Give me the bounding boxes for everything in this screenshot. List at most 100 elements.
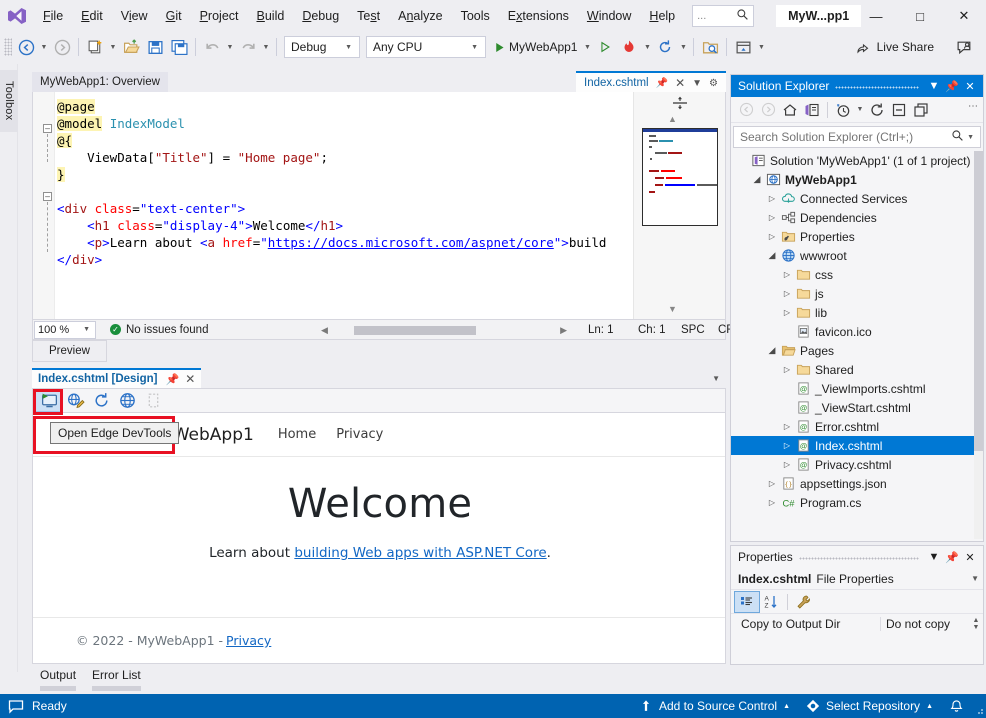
platform-combo[interactable]: Any CPU ▼ [366, 36, 486, 58]
tree-item[interactable]: @_ViewStart.cshtml [731, 398, 983, 417]
code-text[interactable]: @page @model IndexModel @{ ViewData["Tit… [57, 98, 687, 268]
property-row[interactable]: Copy to Output DirDo not copy▲▼ [731, 614, 983, 634]
tree-item[interactable]: ▷@Index.cshtml [731, 436, 983, 455]
tree-item[interactable]: favicon.ico [731, 322, 983, 341]
chevron-down-icon[interactable]: ▼ [925, 76, 943, 96]
expander-expanded-icon[interactable]: ◢ [765, 345, 779, 356]
search-icon[interactable] [951, 129, 964, 145]
hot-reload-dropdown-icon[interactable]: ▼ [641, 35, 653, 59]
search-folder-icon[interactable] [698, 35, 722, 59]
solution-tree-scrollbar[interactable] [974, 151, 983, 539]
properties-grid[interactable]: Copy to Output DirDo not copy▲▼ [731, 614, 983, 662]
menu-extensions[interactable]: Extensions [499, 0, 578, 32]
menu-analyze[interactable]: Analyze [389, 0, 451, 32]
expander-collapsed-icon[interactable]: ▷ [780, 270, 794, 279]
panel-drag-dots[interactable] [835, 75, 919, 97]
properties-window-icon[interactable] [910, 99, 932, 121]
menu-file[interactable]: File [34, 0, 72, 32]
tree-item[interactable]: ▷{}appsettings.json [731, 474, 983, 493]
expander-expanded-icon[interactable]: ◢ [750, 174, 764, 185]
menu-help[interactable]: Help [640, 0, 684, 32]
redo-icon[interactable] [236, 35, 260, 59]
hot-reload-flame-icon[interactable] [617, 35, 641, 59]
solution-explorer-search[interactable]: ▼ [733, 126, 981, 148]
search-input[interactable] [740, 130, 951, 144]
menu-git[interactable]: Git [157, 0, 191, 32]
chevron-down-icon[interactable]: ▼ [925, 547, 943, 567]
global-search-box[interactable]: ... [692, 5, 754, 27]
property-value[interactable]: Do not copy [881, 617, 969, 631]
tree-item[interactable]: ▷Dependencies [731, 208, 983, 227]
scroll-left-icon[interactable]: ◀ [321, 325, 328, 336]
save-all-icon[interactable] [167, 35, 191, 59]
design-browser-preview[interactable]: MyWebApp1 Home Privacy Welcome Learn abo… [32, 412, 726, 664]
tree-item[interactable]: @_ViewImports.cshtml [731, 379, 983, 398]
pin-icon[interactable]: 📌 [943, 76, 961, 96]
split-view-icon[interactable] [660, 94, 700, 112]
menu-test[interactable]: Test [348, 0, 389, 32]
collapse-all-icon[interactable] [888, 99, 910, 121]
new-project-icon[interactable] [83, 35, 107, 59]
scroll-track[interactable] [336, 326, 552, 335]
tree-item[interactable]: ▷css [731, 265, 983, 284]
open-in-browser-button[interactable] [114, 391, 140, 411]
scroll-right-icon[interactable]: ▶ [560, 325, 567, 336]
fold-toggle-razor-block[interactable]: – [43, 124, 52, 133]
notifications-button[interactable] [941, 694, 972, 718]
inspect-element-button[interactable] [62, 391, 88, 411]
tree-item[interactable]: ▷Shared [731, 360, 983, 379]
navigate-back-dropdown-icon[interactable]: ▼ [38, 35, 50, 59]
start-debugging-button[interactable]: MyWebApp1 [489, 35, 581, 59]
menu-debug[interactable]: Debug [293, 0, 348, 32]
tab-overview[interactable]: MyWebApp1: Overview [32, 72, 168, 92]
expander-collapsed-icon[interactable]: ▷ [780, 365, 794, 374]
redo-dropdown-icon[interactable]: ▼ [260, 35, 272, 59]
close-icon[interactable]: ✕ [961, 76, 979, 96]
menu-view[interactable]: View [112, 0, 157, 32]
horizontal-scrollbar[interactable]: ◀ ▶ [321, 323, 567, 337]
tree-item[interactable]: ▷C#Program.cs [731, 493, 983, 512]
tree-item[interactable]: ▷Properties [731, 227, 983, 246]
run-target-dropdown-icon[interactable]: ▼ [581, 35, 593, 59]
fold-toggle-div[interactable]: – [43, 192, 52, 201]
nav-link-home[interactable]: Home [278, 427, 316, 442]
open-file-icon[interactable] [119, 35, 143, 59]
scroll-up-icon[interactable]: ▲ [668, 114, 677, 124]
select-repository-button[interactable]: Select Repository ▲ [798, 694, 941, 718]
tree-item[interactable]: ◢wwwroot [731, 246, 983, 265]
navigate-forward-icon[interactable] [50, 35, 74, 59]
tab-index-cshtml[interactable]: Index.cshtml 📌 ✕ ▼ ⚙ [576, 71, 726, 93]
new-project-dropdown-icon[interactable]: ▼ [107, 35, 119, 59]
search-input[interactable]: ... [697, 10, 736, 22]
undo-dropdown-icon[interactable]: ▼ [224, 35, 236, 59]
scroll-thumb[interactable] [974, 151, 983, 451]
expander-collapsed-icon[interactable]: ▷ [780, 308, 794, 317]
pin-icon[interactable]: 📌 [656, 78, 668, 89]
gear-icon[interactable]: ⚙ [709, 78, 718, 89]
restart-circular-arrow-icon[interactable] [653, 35, 677, 59]
code-minimap[interactable] [642, 128, 718, 226]
chevron-down-icon[interactable]: ▼ [971, 574, 979, 583]
code-pane[interactable]: – – @page @model IndexModel @{ ViewData[… [32, 92, 726, 320]
expander-collapsed-icon[interactable]: ▷ [765, 479, 779, 488]
run-outline-play-icon[interactable] [593, 35, 617, 59]
tree-item[interactable]: ◢MyWebApp1 [731, 170, 983, 189]
expander-collapsed-icon[interactable]: ▷ [765, 194, 779, 203]
sort-alphabetical-icon[interactable]: AZ [759, 592, 783, 612]
expander-collapsed-icon[interactable]: ▷ [765, 232, 779, 241]
solution-view-icon[interactable] [801, 99, 823, 121]
close-icon[interactable]: ✕ [961, 547, 979, 567]
footer-privacy-link[interactable]: Privacy [226, 633, 271, 648]
pin-icon[interactable]: 📌 [166, 373, 180, 386]
menu-build[interactable]: Build [248, 0, 294, 32]
pin-icon[interactable]: 📌 [943, 547, 961, 567]
overflow-chevrons-icon[interactable]: ⋯ [968, 101, 978, 112]
toolbox-tab[interactable]: Toolbox [0, 70, 18, 132]
wrench-icon[interactable] [792, 592, 816, 612]
history-dropdown-icon[interactable]: ▼ [854, 98, 866, 122]
clock-history-icon[interactable] [832, 99, 854, 121]
expander-collapsed-icon[interactable]: ▷ [780, 441, 794, 450]
tree-item[interactable]: ▷@Error.cshtml [731, 417, 983, 436]
open-edge-devtools-button[interactable] [36, 391, 62, 411]
chevron-down-icon[interactable]: ▼ [692, 78, 702, 89]
